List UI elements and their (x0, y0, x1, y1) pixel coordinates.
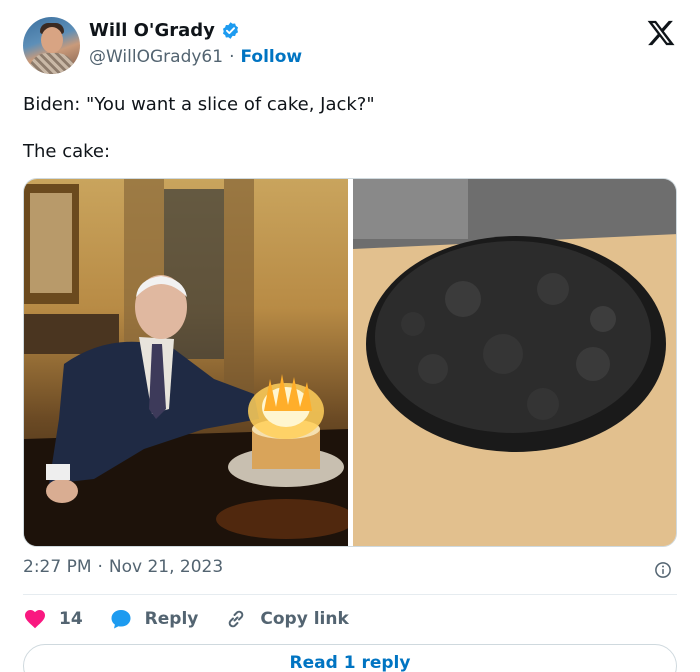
read-replies-button[interactable]: Read 1 reply (23, 644, 677, 672)
reply-icon (111, 610, 131, 629)
verified-badge-icon (222, 22, 238, 39)
author-name-row: Will O'Grady (89, 20, 240, 41)
tweet-time: 2:27 PM (23, 557, 92, 577)
tweet-media[interactable] (23, 178, 677, 547)
photo-burnt-pizza[interactable] (353, 179, 676, 546)
footer-divider (23, 594, 677, 595)
copy-link-label: Copy link (260, 609, 349, 629)
photo-man-with-flaming-cake[interactable] (24, 179, 348, 546)
timestamp-separator: · (97, 557, 103, 577)
author-handle-row: @WillOGrady61 · Follow (89, 47, 302, 67)
tweet-text: Biden: "You want a slice of cake, Jack?"… (23, 93, 375, 164)
avatar-face (41, 27, 63, 53)
x-logo-icon[interactable] (646, 18, 676, 48)
follow-button[interactable]: Follow (240, 47, 302, 67)
tweet-line-2: The cake: (23, 141, 111, 162)
author-handle[interactable]: @WillOGrady61 (89, 47, 223, 67)
tweet-timestamp[interactable]: 2:27 PM · Nov 21, 2023 (23, 557, 223, 577)
link-icon (229, 610, 244, 628)
tweet-date: Nov 21, 2023 (108, 557, 224, 577)
reply-button[interactable]: Reply (109, 607, 199, 631)
like-button[interactable]: 14 (23, 607, 83, 631)
author-name[interactable]: Will O'Grady (89, 20, 215, 41)
tweet-line-1: Biden: "You want a slice of cake, Jack?" (23, 94, 375, 115)
tweet-actions: 14 Reply Copy link (23, 605, 375, 633)
heart-icon (25, 610, 45, 629)
info-icon[interactable] (654, 561, 672, 579)
reply-label: Reply (144, 609, 199, 629)
like-count: 14 (59, 609, 83, 629)
author-avatar[interactable] (23, 17, 80, 74)
flaming-cake-illustration (24, 179, 348, 546)
copy-link-button[interactable]: Copy link (224, 607, 349, 631)
handle-separator: · (229, 47, 235, 67)
burnt-pizza-illustration (353, 179, 676, 546)
tweet-card: Will O'Grady @WillOGrady61 · Follow Bide… (0, 0, 700, 672)
avatar-shirt (29, 53, 75, 74)
